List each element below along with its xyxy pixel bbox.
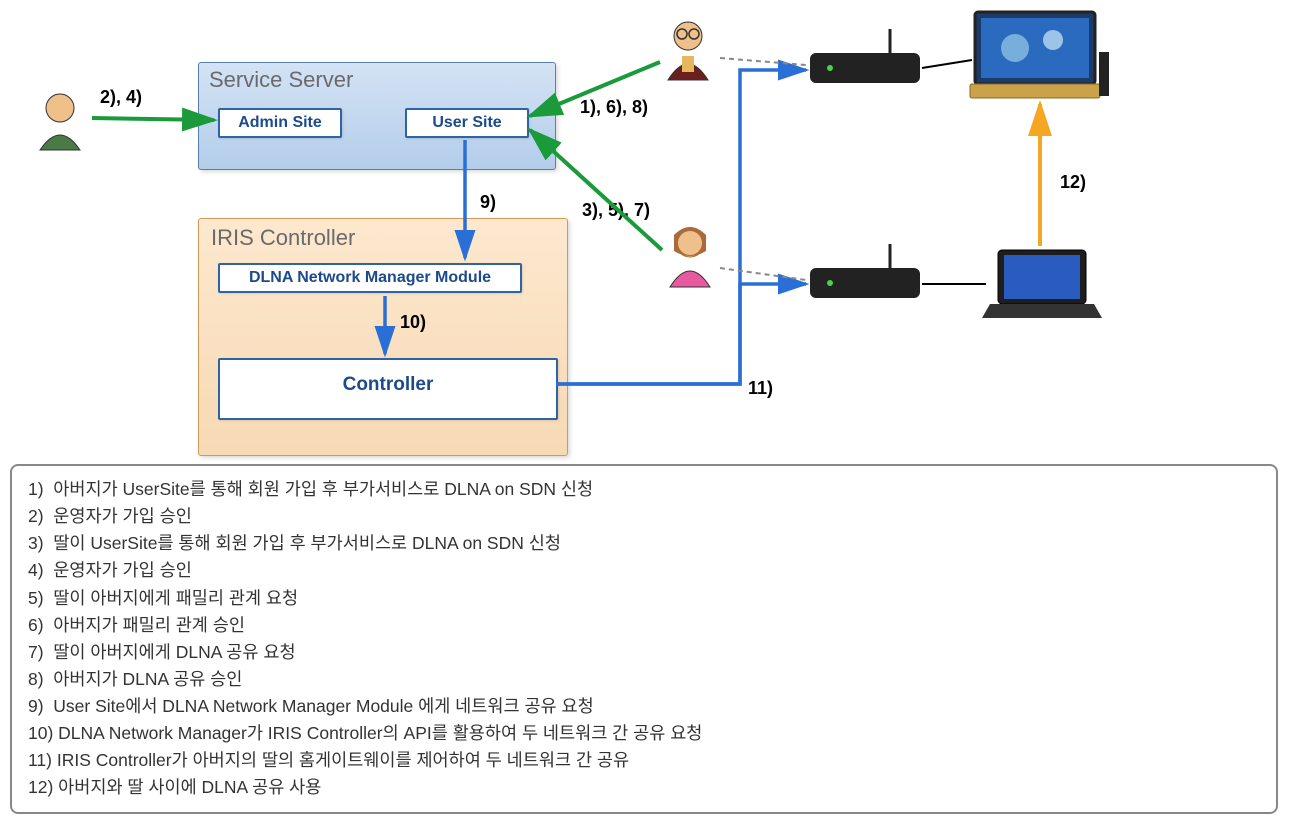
edge-label-24: 2), 4) [100, 87, 142, 108]
edge-label-10: 10) [400, 312, 426, 333]
dlna-module-box: DLNA Network Manager Module [218, 263, 522, 293]
legend-line: 10) DLNA Network Manager가 IRIS Controlle… [28, 720, 1260, 747]
iris-controller-box: IRIS Controller [198, 218, 568, 456]
legend-line: 8) 아버지가 DLNA 공유 승인 [28, 666, 1260, 693]
edge-label-357: 3), 5), 7) [582, 200, 650, 221]
person-icon [670, 227, 710, 287]
diagram-canvas: Service Server Admin Site User Site IRIS… [0, 0, 1291, 460]
legend-line: 6) 아버지가 패밀리 관계 승인 [28, 612, 1260, 639]
legend-line: 5) 딸이 아버지에게 패밀리 관계 요청 [28, 585, 1260, 612]
edge-label-12: 12) [1060, 172, 1086, 193]
person-icon [40, 94, 80, 150]
admin-site-box: Admin Site [218, 108, 342, 138]
legend-line: 2) 운영자가 가입 승인 [28, 503, 1260, 530]
user-site-box: User Site [405, 108, 529, 138]
controller-box: Controller [218, 358, 558, 420]
service-server-title: Service Server [199, 63, 555, 93]
tv-icon [970, 12, 1109, 98]
person-icon [668, 22, 708, 80]
iris-controller-title: IRIS Controller [199, 219, 567, 251]
legend-line: 9) User Site에서 DLNA Network Manager Modu… [28, 693, 1260, 720]
laptop-icon [982, 250, 1102, 318]
legend-line: 12) 아버지와 딸 사이에 DLNA 공유 사용 [28, 774, 1260, 801]
legend-line: 11) IRIS Controller가 아버지의 딸의 홈게이트웨이를 제어하… [28, 747, 1260, 774]
edge-label-168: 1), 6), 8) [580, 97, 648, 118]
legend-line: 7) 딸이 아버지에게 DLNA 공유 요청 [28, 639, 1260, 666]
legend-box: 1) 아버지가 UserSite를 통해 회원 가입 후 부가서비스로 DLNA… [10, 464, 1278, 814]
edge-label-11: 11) [748, 378, 773, 399]
legend-line: 3) 딸이 UserSite를 통해 회원 가입 후 부가서비스로 DLNA o… [28, 530, 1260, 557]
edge-label-9: 9) [480, 192, 496, 213]
legend-line: 4) 운영자가 가입 승인 [28, 557, 1260, 584]
router-icon [810, 244, 920, 298]
router-icon [810, 29, 920, 83]
legend-line: 1) 아버지가 UserSite를 통해 회원 가입 후 부가서비스로 DLNA… [28, 476, 1260, 503]
